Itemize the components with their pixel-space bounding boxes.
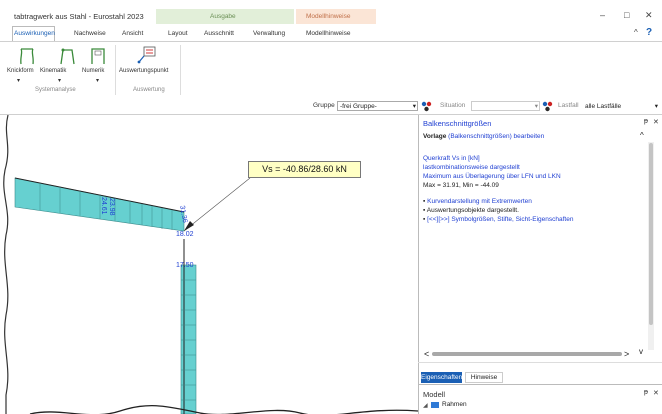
vorlage-link[interactable]: (Balkenschnittgrößen) bearbeiten: [448, 133, 544, 140]
lastfall-icon[interactable]: [542, 101, 553, 112]
bullet-item[interactable]: ▪ Auswertungsobjekte dargestellt.: [423, 207, 519, 214]
panel-close-icon[interactable]: ✕: [653, 118, 659, 126]
scroll-right-icon[interactable]: >: [624, 349, 629, 359]
kinematik-icon: [60, 48, 75, 65]
situation-icon[interactable]: [421, 101, 432, 112]
scroll-down-icon[interactable]: v: [639, 347, 643, 356]
panel-title: Balkenschnittgrößen: [423, 119, 492, 128]
tab-auswirkungen[interactable]: Auswirkungen: [14, 30, 55, 37]
bullet-item[interactable]: ▪ Kurvendarstellung mit Extremwerten: [423, 198, 532, 205]
lastfall-select[interactable]: alle Lastfälle ▾: [582, 101, 660, 111]
value-label: 17.50: [176, 262, 194, 269]
chevron-down-icon: ▾: [534, 103, 538, 110]
lastfall-select-value: alle Lastfälle: [585, 103, 622, 110]
tab-modellhinweise[interactable]: Modellhinweise: [306, 30, 350, 37]
minimize-button[interactable]: –: [600, 10, 605, 20]
maximum-link[interactable]: Maximum aus Überlagerung über LFN und LK…: [423, 173, 561, 180]
vertical-scrollbar-thumb[interactable]: [649, 143, 653, 325]
tree-expand-icon[interactable]: ◢: [423, 402, 428, 409]
lastfall-label: Lastfall: [558, 102, 579, 109]
auswertungspunkt-icon: [137, 46, 156, 64]
kinematik-dropdown-icon[interactable]: ▾: [58, 77, 61, 84]
value-label: 18.02: [176, 231, 194, 238]
bullet-text: Kurvendarstellung mit Extremwerten: [427, 198, 532, 205]
gruppe-select[interactable]: -frei Gruppe- ▾: [337, 101, 418, 111]
gruppe-label: Gruppe: [313, 102, 335, 109]
situation-select[interactable]: ▾: [471, 101, 540, 111]
auswertungspunkt-button[interactable]: Auswertungspunkt: [119, 68, 168, 74]
gruppe-select-value: -frei Gruppe-: [340, 103, 377, 110]
tab-verwaltung[interactable]: Verwaltung: [253, 30, 285, 37]
vorlage-label: Vorlage: [423, 133, 447, 140]
lastkomb-link[interactable]: lastkombinationsweise dargestellt: [423, 164, 520, 171]
querkraft-link[interactable]: Querkraft Vs in [kN]: [423, 155, 480, 162]
scroll-left-icon[interactable]: <: [424, 349, 429, 359]
result-callout: Vs = -40.86/28.60 kN: [248, 161, 361, 178]
numerik-dropdown-icon[interactable]: ▾: [96, 77, 99, 84]
tab-eigenschaften[interactable]: Eigenschaften: [421, 372, 462, 383]
situation-label: Situation: [440, 102, 466, 109]
divider: [418, 362, 662, 363]
bullet-text: Auswertungsobjekte dargestellt.: [426, 207, 519, 214]
tab-layout[interactable]: Layout: [168, 30, 188, 37]
tree-item-rahmen[interactable]: Rahmen: [442, 401, 467, 408]
bullet-item[interactable]: ▪ [<<][>>] Symbolgrößen, Stifte, Sicht-E…: [423, 216, 573, 223]
vorlage-line: Vorlage (Balkenschnittgrößen) bearbeiten: [423, 133, 544, 140]
value-label: 24.61: [100, 197, 107, 215]
value-label: 23.98: [108, 198, 115, 216]
ribbon-separator: [180, 45, 181, 95]
group-label-systemanalyse: Systemanalyse: [35, 87, 76, 93]
bullet-text: [<<][>>] Symbolgrößen, Stifte, Sicht-Eig…: [427, 216, 574, 223]
window-title: tabtragwerk aus Stahl - Eurostahl 2023: [14, 12, 144, 21]
horizontal-scrollbar-thumb[interactable]: [432, 352, 622, 356]
maximize-button[interactable]: □: [624, 10, 629, 20]
kinematik-button[interactable]: Kinematik: [40, 68, 66, 74]
knickform-dropdown-icon[interactable]: ▾: [17, 77, 20, 84]
collapse-ribbon-icon[interactable]: ^: [634, 28, 638, 37]
chevron-down-icon: ▾: [412, 103, 416, 110]
tab-nachweise[interactable]: Nachweise: [74, 30, 106, 37]
context-label-modellhinweise: Modellhinweise: [306, 13, 351, 20]
numerik-button[interactable]: Numerik: [82, 68, 104, 74]
max-min-text: Max = 31.91, Min = -44.09: [423, 182, 499, 189]
context-label-ausgabe: Ausgabe: [210, 13, 236, 20]
folder-icon: [431, 402, 439, 408]
model-close-icon[interactable]: ✕: [653, 389, 659, 397]
tab-hinweise[interactable]: Hinweise: [465, 372, 503, 383]
help-icon[interactable]: ?: [646, 27, 652, 38]
knickform-icon: [20, 48, 34, 65]
tab-ausschnitt[interactable]: Ausschnitt: [204, 30, 234, 37]
numerik-icon: [91, 48, 105, 64]
structure-drawing: [3, 115, 418, 414]
chevron-down-icon: ▾: [654, 103, 658, 110]
group-label-auswertung: Auswertung: [133, 87, 165, 93]
close-button[interactable]: ✕: [645, 10, 653, 21]
pin-icon[interactable]: ᵽ: [644, 118, 648, 125]
divider: [418, 384, 662, 385]
ribbon-separator: [115, 45, 116, 95]
pin-icon[interactable]: ᵽ: [644, 389, 648, 396]
tab-ansicht[interactable]: Ansicht: [122, 30, 143, 37]
collapse-icon[interactable]: ^: [640, 131, 644, 140]
model-title: Modell: [423, 390, 446, 399]
knickform-button[interactable]: Knickform: [7, 68, 34, 74]
